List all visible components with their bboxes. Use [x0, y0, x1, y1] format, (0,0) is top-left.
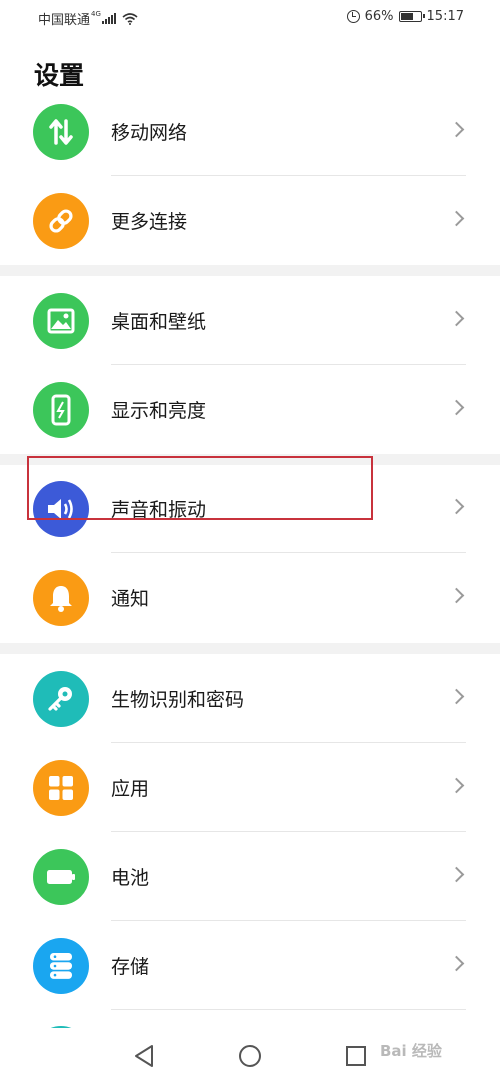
divider	[111, 920, 466, 921]
chevron-right-icon	[448, 777, 465, 794]
settings-item-storage[interactable]: 存储	[0, 922, 500, 1010]
divider	[111, 175, 466, 176]
apps-grid-icon	[33, 760, 89, 816]
chevron-right-icon	[448, 310, 465, 327]
wifi-icon	[122, 12, 138, 25]
chevron-right-icon	[448, 399, 465, 416]
settings-item-label: 移动网络	[111, 122, 188, 144]
chevron-right-icon	[448, 121, 465, 138]
chevron-right-icon	[448, 688, 465, 705]
settings-item-notifications[interactable]: 通知	[0, 554, 500, 642]
watermark: Bai 经验	[380, 1042, 442, 1060]
mobile-data-icon	[33, 104, 89, 160]
network-type: 4G	[91, 9, 101, 18]
battery-icon	[398, 11, 425, 22]
settings-item-home-wallpaper[interactable]: 桌面和壁纸	[0, 277, 500, 365]
divider	[111, 1009, 466, 1010]
settings-item-display-brightness[interactable]: 显示和亮度	[0, 366, 500, 454]
chevron-right-icon	[448, 866, 465, 883]
carrier-name: 中国联通	[38, 13, 91, 28]
page-title: 设置	[34, 61, 85, 90]
battery-percent: 66%	[364, 9, 394, 24]
storage-icon	[33, 938, 89, 994]
home-icon[interactable]	[239, 1045, 261, 1067]
chevron-right-icon	[448, 955, 465, 972]
status-bar: 中国联通 4G 66% 15:17	[0, 0, 500, 34]
signal-icon	[101, 13, 116, 24]
chevron-right-icon	[448, 498, 465, 515]
phone-brightness-icon	[33, 382, 89, 438]
settings-item-mobile-network[interactable]: 移动网络	[0, 88, 500, 176]
chevron-right-icon	[448, 210, 465, 227]
divider	[111, 552, 466, 553]
divider	[111, 742, 466, 743]
divider	[111, 364, 466, 365]
settings-item-label: 存储	[111, 956, 150, 978]
settings-item-label: 显示和亮度	[111, 400, 207, 422]
settings-item-label: 桌面和壁纸	[111, 311, 207, 333]
divider	[111, 831, 466, 832]
settings-item-label: 通知	[111, 588, 150, 610]
recent-apps-icon[interactable]	[346, 1046, 366, 1066]
settings-item-label: 应用	[111, 778, 150, 800]
settings-item-battery[interactable]: 电池	[0, 833, 500, 921]
key-icon	[33, 671, 89, 727]
image-icon	[33, 293, 89, 349]
settings-item-biometrics-password[interactable]: 生物识别和密码	[0, 655, 500, 743]
back-icon[interactable]	[133, 1044, 155, 1072]
settings-item-apps[interactable]: 应用	[0, 744, 500, 832]
highlight-annotation-box	[27, 456, 373, 520]
clock: 15:17	[426, 9, 464, 24]
settings-item-more-connections[interactable]: 更多连接	[0, 177, 500, 265]
section-gap	[0, 265, 500, 276]
settings-item-label: 更多连接	[111, 211, 188, 233]
bell-icon	[33, 570, 89, 626]
link-icon	[33, 193, 89, 249]
settings-item-label: 生物识别和密码	[111, 689, 245, 711]
alarm-icon	[346, 10, 360, 23]
chevron-right-icon	[448, 587, 465, 604]
section-gap	[0, 643, 500, 654]
battery-icon	[33, 849, 89, 905]
settings-item-label: 电池	[111, 867, 150, 889]
